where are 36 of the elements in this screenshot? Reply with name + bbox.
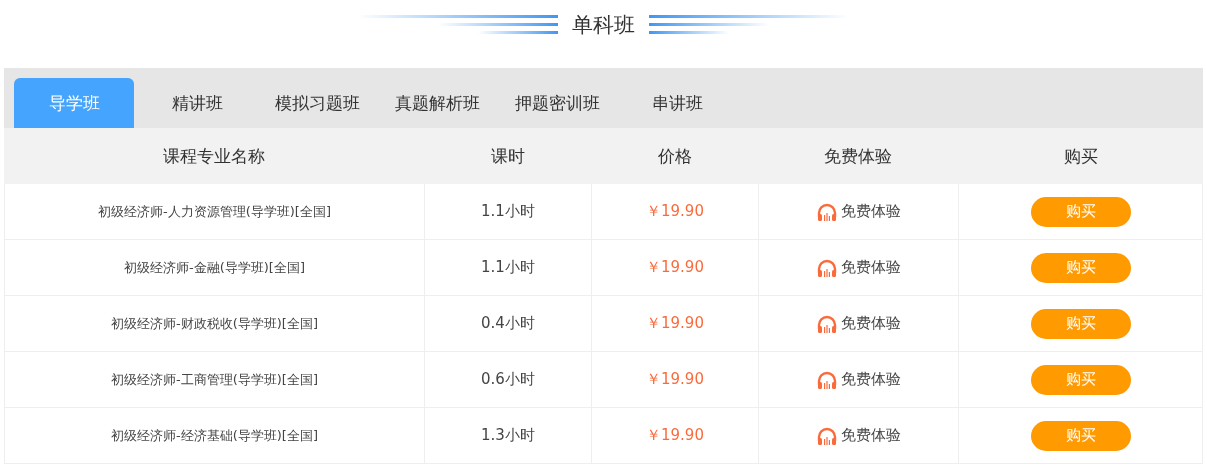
tab[interactable]: 真题解析班 [380, 78, 494, 128]
column-header: 课时 [489, 144, 526, 168]
hours: 0.4小时 [481, 314, 535, 333]
hours: 1.1小时 [481, 258, 535, 277]
free-trial-link[interactable]: 免费体验 [816, 202, 901, 221]
course-name: 初级经济师-人力资源管理(导学班)[全国] [98, 202, 331, 221]
price: ￥19.90 [646, 426, 704, 445]
headphones-icon [816, 426, 837, 445]
hours: 1.3小时 [481, 426, 535, 445]
hours: 0.6小时 [481, 370, 535, 389]
free-trial-link[interactable]: 免费体验 [816, 370, 901, 389]
free-trial-link[interactable]: 免费体验 [816, 314, 901, 333]
section-title: 单科班 [572, 12, 635, 39]
headphones-icon [816, 202, 837, 221]
tab[interactable]: 押题密训班 [500, 78, 614, 128]
tab[interactable]: 串讲班 [620, 78, 734, 128]
headphones-icon [816, 258, 837, 277]
column-header: 课程专业名称 [162, 144, 266, 168]
price: ￥19.90 [646, 370, 704, 389]
hours: 1.1小时 [481, 202, 535, 221]
tab[interactable]: 精讲班 [140, 78, 254, 128]
free-trial-link[interactable]: 免费体验 [816, 258, 901, 277]
free-trial-link[interactable]: 免费体验 [816, 426, 901, 445]
price: ￥19.90 [646, 202, 704, 221]
price: ￥19.90 [646, 258, 704, 277]
headphones-icon [816, 370, 837, 389]
course-name: 初级经济师-财政税收(导学班)[全国] [111, 314, 318, 333]
tab[interactable]: 模拟习题班 [260, 78, 374, 128]
column-header: 免费体验 [823, 144, 893, 168]
course-name: 初级经济师-经济基础(导学班)[全国] [111, 426, 318, 445]
price: ￥19.90 [646, 314, 704, 333]
column-header: 价格 [656, 144, 693, 168]
course-name: 初级经济师-工商管理(导学班)[全国] [111, 370, 318, 389]
course-name: 初级经济师-金融(导学班)[全国] [124, 258, 305, 277]
headphones-icon [816, 314, 837, 333]
column-header: 购买 [1062, 144, 1099, 168]
